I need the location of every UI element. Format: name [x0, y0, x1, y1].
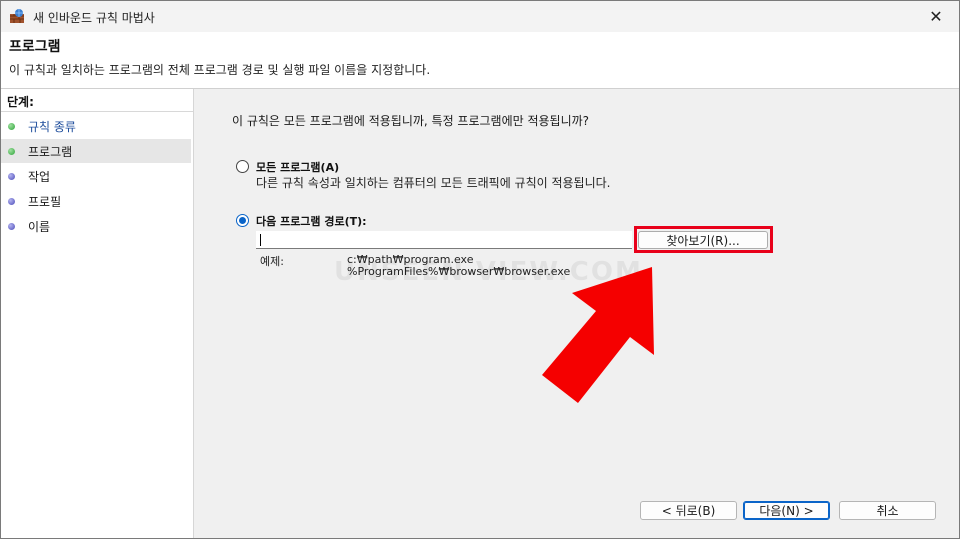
close-icon: ✕ [929, 7, 943, 26]
back-button[interactable]: < 뒤로(B) [640, 501, 737, 520]
step-name: 이름 [1, 214, 191, 238]
step-status-dot-icon [8, 172, 15, 180]
page-title: 프로그램 [9, 39, 61, 55]
step-action: 작업 [1, 164, 191, 188]
title-bar: 새 인바운드 규칙 마법사 ✕ [1, 1, 959, 32]
all-programs-description: 다른 규칙 속성과 일치하는 컴퓨터의 모든 트래픽에 규칙이 적용됩니다. [256, 176, 611, 190]
step-program[interactable]: 프로그램 [1, 139, 191, 163]
main-content: 이 규칙은 모든 프로그램에 적용됩니까, 특정 프로그램에만 적용됩니까? 모… [194, 89, 959, 538]
all-programs-label[interactable]: 모든 프로그램(A) [256, 159, 339, 175]
all-programs-radio[interactable] [236, 160, 249, 173]
divider [1, 111, 193, 112]
step-label: 프로필 [28, 194, 62, 209]
step-status-dot-icon [8, 122, 15, 130]
step-label: 프로그램 [28, 144, 73, 159]
page-header: 프로그램 이 규칙과 일치하는 프로그램의 전체 프로그램 경로 및 실행 파일… [1, 32, 959, 89]
step-label: 이름 [28, 219, 51, 234]
browse-button[interactable]: 찾아보기(R)... [638, 231, 768, 249]
wizard-window: 새 인바운드 규칙 마법사 ✕ 프로그램 이 규칙과 일치하는 프로그램의 전체… [0, 0, 960, 539]
step-status-dot-icon [8, 147, 15, 155]
steps-label: 단계: [7, 95, 34, 109]
program-path-label[interactable]: 다음 프로그램 경로(T): [256, 213, 367, 229]
step-profile: 프로필 [1, 189, 191, 213]
step-rule-type[interactable]: 규칙 종류 [1, 114, 191, 138]
window-title: 새 인바운드 규칙 마법사 [33, 11, 155, 25]
program-path-radio[interactable] [236, 214, 249, 227]
question-text: 이 규칙은 모든 프로그램에 적용됩니까, 특정 프로그램에만 적용됩니까? [232, 114, 590, 128]
example-label: 예제: [260, 255, 284, 268]
step-label: 작업 [28, 169, 51, 184]
firewall-icon [10, 9, 24, 23]
next-button[interactable]: 다음(N) > [743, 501, 830, 520]
red-arrow-icon [542, 267, 654, 403]
page-description: 이 규칙과 일치하는 프로그램의 전체 프로그램 경로 및 실행 파일 이름을 … [9, 63, 431, 77]
text-caret [260, 234, 261, 246]
steps-sidebar: 단계: 규칙 종류 프로그램 작업 프로필 이름 [1, 89, 194, 538]
step-status-dot-icon [8, 197, 15, 205]
step-label: 규칙 종류 [28, 119, 76, 134]
close-button[interactable]: ✕ [913, 1, 959, 32]
program-path-input[interactable] [256, 231, 632, 249]
step-status-dot-icon [8, 222, 15, 230]
cancel-button[interactable]: 취소 [839, 501, 936, 520]
